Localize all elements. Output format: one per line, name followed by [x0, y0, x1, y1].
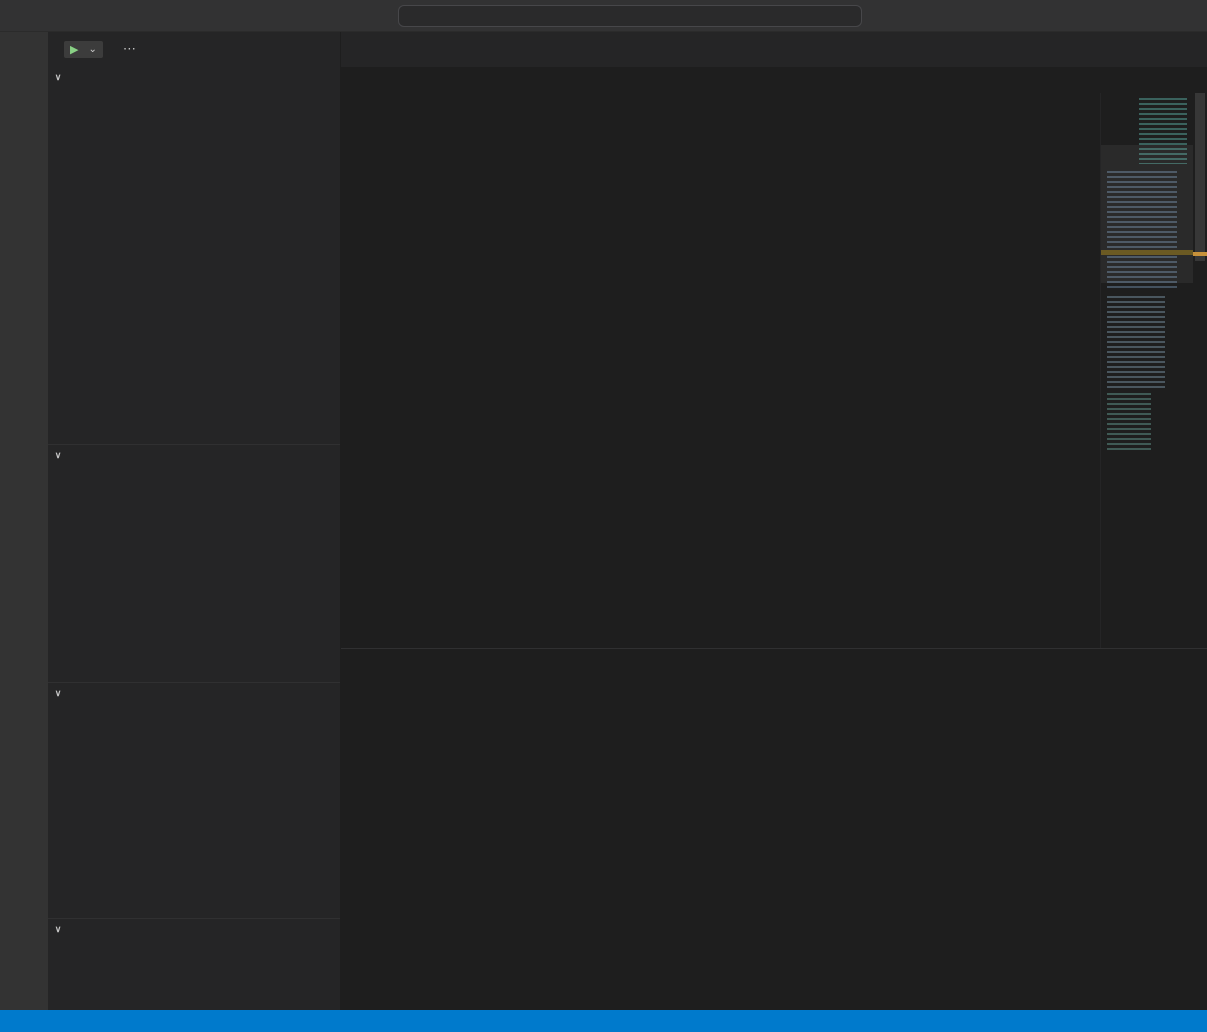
titlebar — [0, 0, 1207, 32]
call-stack-section-header[interactable]: ∨ — [48, 682, 340, 704]
terminal-output[interactable] — [341, 683, 1207, 1010]
watch-section-header[interactable]: ∨ — [48, 444, 340, 466]
variables-section-header[interactable]: ∨ — [48, 66, 340, 88]
start-debug-icon[interactable]: ▶ — [70, 43, 78, 56]
breakpoints-section-header[interactable]: ∨ — [48, 918, 340, 940]
minimap-viewport[interactable] — [1101, 145, 1193, 283]
chevron-down-icon: ∨ — [52, 924, 64, 935]
editor-scrollbar[interactable] — [1193, 93, 1207, 648]
chevron-down-icon: ∨ — [52, 688, 64, 699]
bottom-panel — [341, 648, 1207, 1010]
launch-config-select[interactable]: ▶ ⌄ — [64, 41, 103, 58]
code-editor[interactable] — [341, 93, 1207, 648]
breadcrumb[interactable] — [341, 67, 1207, 93]
run-and-debug-sidebar: ▶ ⌄ ⋯ ∨ ∨ ∨ — [48, 32, 341, 1010]
minimap-current-line-marker — [1101, 250, 1193, 255]
editor-gutter[interactable] — [341, 93, 400, 648]
chevron-down-icon: ∨ — [52, 450, 64, 461]
scrollbar-thumb[interactable] — [1195, 93, 1205, 261]
status-bar — [0, 1010, 1207, 1032]
activity-bar — [0, 32, 48, 1010]
watch-list — [48, 466, 340, 682]
command-center-searchbox[interactable] — [398, 5, 862, 27]
scrollbar-current-line-marker — [1193, 252, 1207, 256]
minimap[interactable] — [1100, 93, 1193, 648]
editor-tab-bar — [341, 32, 1207, 67]
chevron-down-icon: ∨ — [52, 72, 64, 83]
chevron-down-icon: ⌄ — [88, 44, 96, 55]
sidebar-more-icon[interactable]: ⋯ — [123, 41, 136, 57]
